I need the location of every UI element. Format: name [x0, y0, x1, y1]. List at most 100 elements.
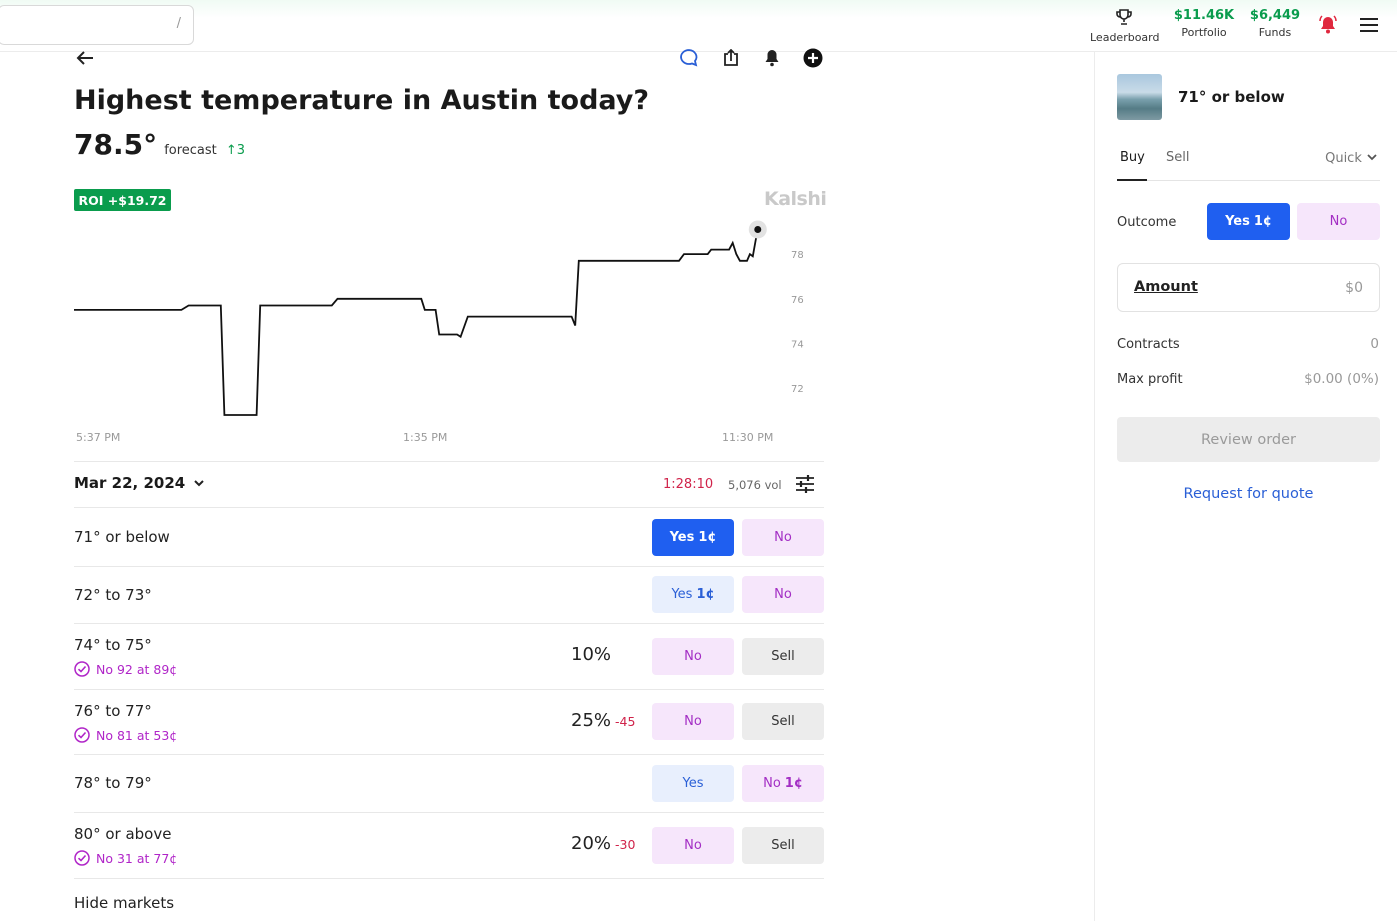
market-row-label[interactable]: 72° to 73° [74, 586, 152, 604]
tab-sell[interactable]: Sell [1166, 150, 1189, 165]
search-shortcut-hint: / [176, 16, 181, 31]
portfolio-value: $11.46K [1173, 8, 1235, 23]
date-label: Mar 22, 2024 [74, 474, 186, 492]
no-button[interactable]: No [652, 637, 734, 675]
outcome-label: Outcome [1117, 215, 1177, 230]
x-tick-label: 11:30 PM [722, 431, 773, 444]
order-tabs: Buy Sell Quick [1117, 148, 1380, 181]
market-thumbnail [1117, 74, 1162, 120]
position-summary-text: No 81 at 53¢ [96, 727, 178, 743]
outcome-no-button[interactable]: No [1297, 203, 1380, 240]
y-tick-label: 78 [791, 250, 804, 261]
max-profit-label: Max profit [1117, 372, 1183, 387]
share-icon[interactable] [720, 47, 742, 69]
probability-value: 25% [571, 709, 612, 731]
outcome-yes-button[interactable]: Yes 1¢ [1207, 203, 1290, 240]
top-bar: / Leaderboard $11.46K Portfolio $6,449 F… [0, 0, 1397, 52]
no-button[interactable]: No [742, 576, 824, 613]
position-summary: No 31 at 77¢ [74, 850, 177, 866]
sell-button[interactable]: Sell [742, 703, 824, 740]
market-probability: 10% [571, 644, 611, 665]
no-button[interactable]: No [652, 703, 734, 740]
contracts-label: Contracts [1117, 337, 1180, 352]
divider [74, 507, 824, 508]
market-row-label[interactable]: 80° or above [74, 825, 171, 843]
tab-buy[interactable]: Buy [1120, 150, 1145, 165]
button-label: No [684, 648, 702, 664]
yes-button[interactable]: Yes 1¢ [652, 576, 734, 613]
hide-markets-button[interactable]: Hide markets [74, 894, 174, 912]
comments-icon[interactable] [678, 47, 700, 69]
max-profit-value: $0.00 (0%) [1304, 371, 1379, 387]
order-mode-dropdown[interactable]: Quick [1325, 151, 1378, 166]
sell-button[interactable]: Sell [742, 826, 824, 864]
date-selector[interactable]: Mar 22, 2024 [74, 474, 205, 492]
market-row-label[interactable]: 76° to 77° [74, 702, 152, 720]
divider [74, 623, 824, 624]
button-label: No [684, 714, 702, 729]
market-probability: 20% -30 [571, 833, 635, 854]
amount-field[interactable]: Amount $0 [1117, 263, 1380, 312]
probability-change: -45 [615, 713, 636, 729]
funds-link[interactable]: $6,449 Funds [1246, 8, 1304, 39]
market-row-label[interactable]: 74° to 75° [74, 636, 152, 654]
portfolio-link[interactable]: $11.46K Portfolio [1172, 8, 1236, 39]
button-label: Sell [771, 714, 795, 729]
divider [74, 689, 824, 690]
y-tick-label: 72 [791, 384, 804, 395]
yes-button[interactable]: Yes [652, 764, 734, 802]
search-input[interactable]: / [0, 5, 194, 45]
forecast-chart[interactable]: 72 74 76 78 5:37 PM 1:35 PM 11:30 PM [70, 215, 830, 455]
chevron-down-icon [194, 480, 205, 487]
volume-label: 5,076 vol [728, 478, 782, 492]
no-button[interactable]: No [742, 518, 824, 556]
request-quote-link[interactable]: Request for quote [1117, 486, 1380, 502]
button-price: 1¢ [784, 775, 803, 791]
leaderboard-label: Leaderboard [1090, 31, 1160, 44]
portfolio-label: Portfolio [1181, 26, 1227, 39]
button-label: Sell [771, 837, 795, 853]
divider [74, 812, 824, 813]
hamburger-menu-icon[interactable] [1360, 18, 1378, 32]
y-tick-label: 74 [791, 339, 804, 350]
outcome-yes-price: 1¢ [1253, 214, 1272, 229]
notifications-bell-icon[interactable] [1318, 15, 1338, 35]
countdown-timer: 1:28:10 [663, 477, 714, 492]
add-circle-icon[interactable] [802, 47, 824, 69]
funds-label: Funds [1258, 26, 1292, 39]
yes-button[interactable]: Yes 1¢ [652, 518, 734, 556]
active-tab-underline [1117, 179, 1147, 181]
button-label: No [774, 529, 792, 545]
button-label: No [763, 775, 781, 791]
forecast-change: ↑3 [225, 143, 246, 158]
button-price: 1¢ [698, 529, 717, 545]
button-label: Sell [771, 648, 795, 664]
forecast-value: 78.5° [74, 128, 158, 161]
panel-market-title: 71° or below [1178, 88, 1285, 106]
market-probability: 25% -45 [571, 710, 635, 731]
position-summary: No 92 at 89¢ [74, 661, 177, 677]
x-tick-label: 5:37 PM [76, 431, 120, 444]
page-title: Highest temperature in Austin today? [74, 85, 650, 116]
button-label: No [774, 587, 792, 602]
no-button[interactable]: No 1¢ [742, 764, 824, 802]
market-row-label[interactable]: 78° to 79° [74, 774, 152, 792]
chevron-down-icon [1367, 154, 1377, 161]
market-row-label[interactable]: 71° or below [74, 528, 170, 546]
amount-value: $0 [1345, 280, 1363, 296]
back-arrow-icon[interactable] [74, 47, 96, 69]
leaderboard-link[interactable]: Leaderboard [1090, 8, 1160, 44]
filter-sliders-icon[interactable] [795, 475, 815, 497]
trophy-icon [1116, 9, 1132, 25]
brand-watermark: Kalshi [764, 188, 827, 210]
outcome-yes-label: Yes [1225, 214, 1250, 229]
divider [74, 566, 824, 567]
review-order-button[interactable]: Review order [1117, 417, 1380, 462]
no-button[interactable]: No [652, 826, 734, 864]
divider [74, 754, 824, 755]
button-label: Yes [669, 529, 695, 545]
amount-label: Amount [1134, 279, 1198, 295]
sell-button[interactable]: Sell [742, 637, 824, 675]
order-mode-label: Quick [1325, 151, 1362, 166]
alert-bell-icon[interactable] [761, 47, 783, 69]
